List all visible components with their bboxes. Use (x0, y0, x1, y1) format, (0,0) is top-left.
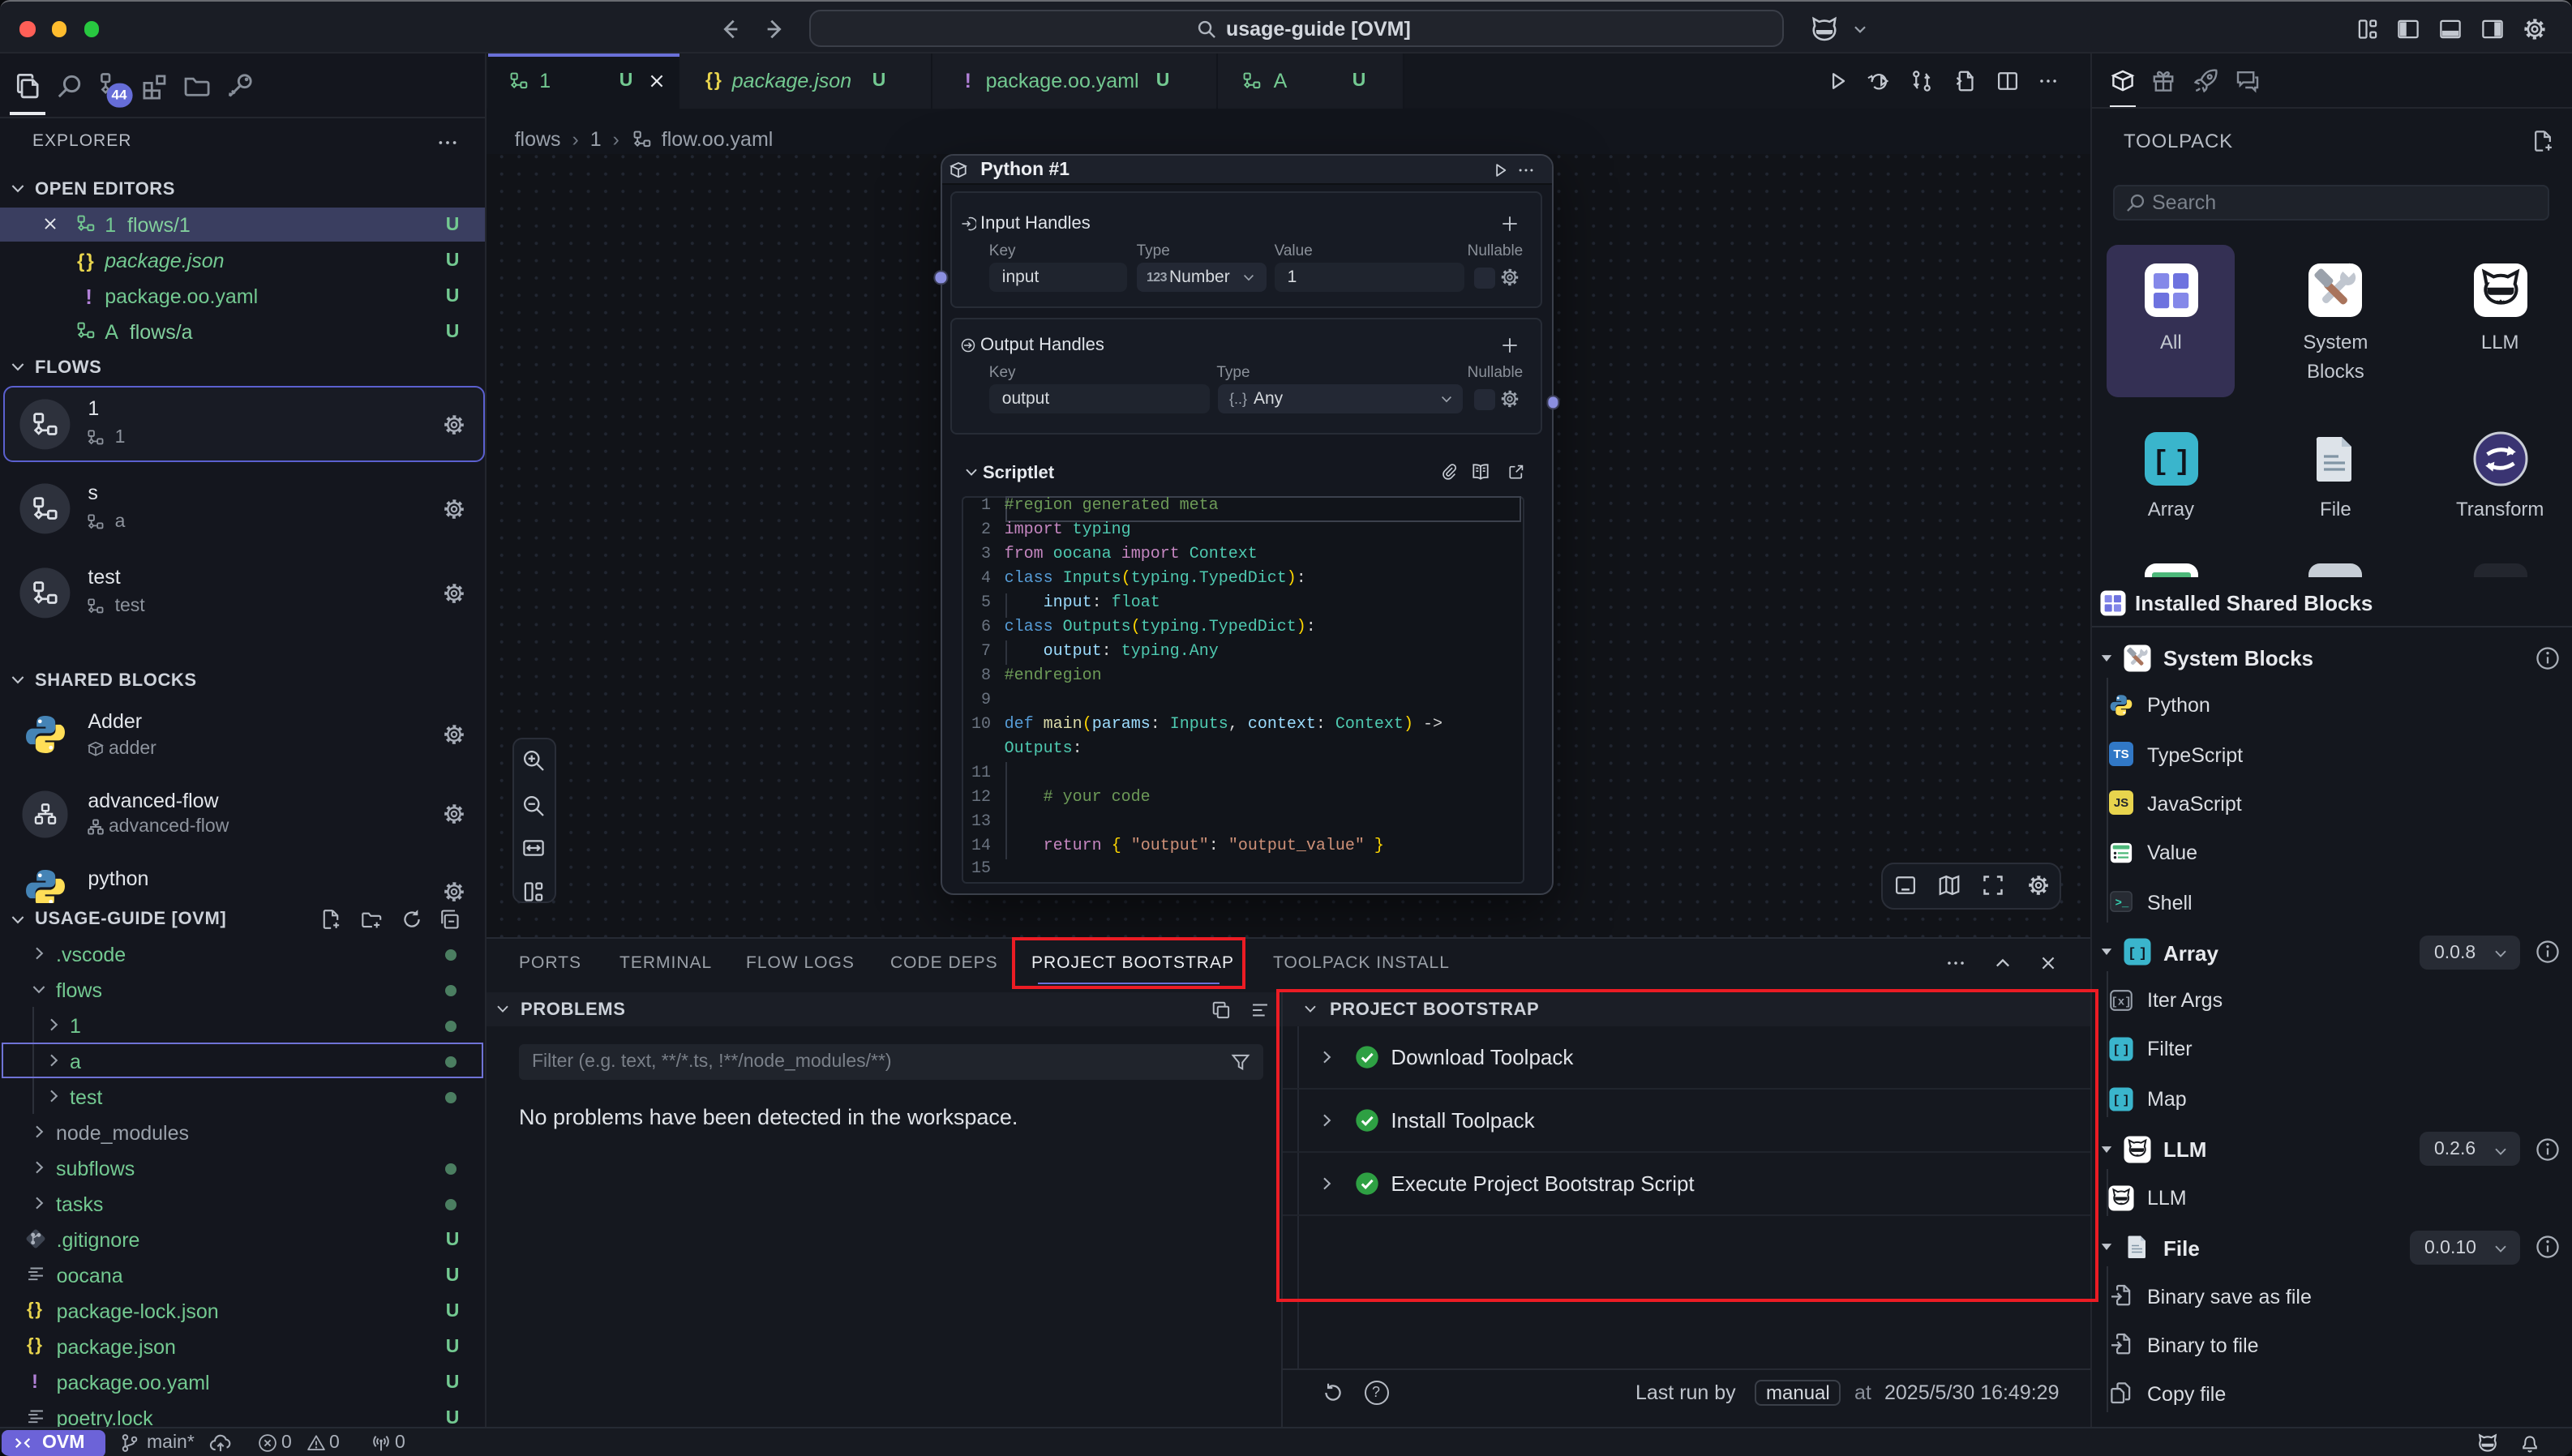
svg-text:[ ]: [ ] (2112, 1044, 2129, 1058)
svg-text:[ ]: [ ] (2152, 448, 2191, 478)
svg-text:[ ]: [ ] (2112, 1094, 2129, 1107)
svg-text:>_: >_ (2115, 897, 2129, 910)
svg-text:[ ]: [ ] (2128, 947, 2148, 962)
svg-text:[x]: [x] (2111, 996, 2131, 1008)
